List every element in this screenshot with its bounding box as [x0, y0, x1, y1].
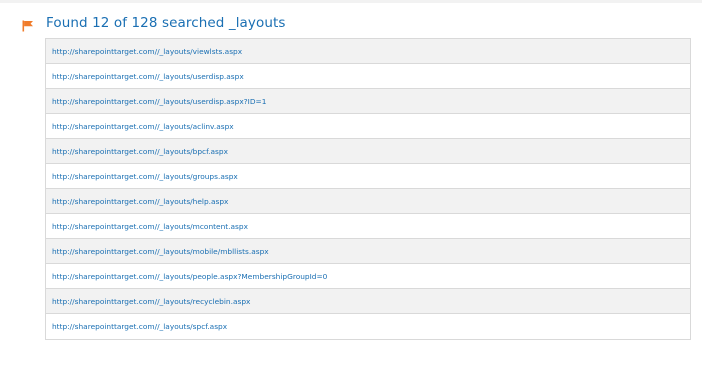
result-link[interactable]: http://sharepointtarget.com//_layouts/mo… [52, 247, 269, 256]
result-link[interactable]: http://sharepointtarget.com//_layouts/he… [52, 197, 228, 206]
result-link[interactable]: http://sharepointtarget.com//_layouts/ac… [52, 122, 234, 131]
result-link[interactable]: http://sharepointtarget.com//_layouts/re… [52, 297, 250, 306]
results-table: http://sharepointtarget.com//_layouts/vi… [45, 38, 691, 340]
result-link[interactable]: http://sharepointtarget.com//_layouts/sp… [52, 322, 227, 331]
result-link[interactable]: http://sharepointtarget.com//_layouts/vi… [52, 47, 242, 56]
table-row: http://sharepointtarget.com//_layouts/bp… [46, 139, 690, 164]
result-link[interactable]: http://sharepointtarget.com//_layouts/us… [52, 72, 244, 81]
table-row: http://sharepointtarget.com//_layouts/sp… [46, 314, 690, 339]
table-row: http://sharepointtarget.com//_layouts/us… [46, 64, 690, 89]
flag-icon [22, 17, 34, 32]
result-link[interactable]: http://sharepointtarget.com//_layouts/mc… [52, 222, 248, 231]
result-link[interactable]: http://sharepointtarget.com//_layouts/bp… [52, 147, 228, 156]
top-divider [0, 0, 702, 3]
result-link[interactable]: http://sharepointtarget.com//_layouts/gr… [52, 172, 238, 181]
table-row: http://sharepointtarget.com//_layouts/us… [46, 89, 690, 114]
table-row: http://sharepointtarget.com//_layouts/ac… [46, 114, 690, 139]
table-row: http://sharepointtarget.com//_layouts/mc… [46, 214, 690, 239]
table-row: http://sharepointtarget.com//_layouts/gr… [46, 164, 690, 189]
table-row: http://sharepointtarget.com//_layouts/he… [46, 189, 690, 214]
table-row: http://sharepointtarget.com//_layouts/re… [46, 289, 690, 314]
result-link[interactable]: http://sharepointtarget.com//_layouts/us… [52, 97, 266, 106]
result-link[interactable]: http://sharepointtarget.com//_layouts/pe… [52, 272, 327, 281]
table-row: http://sharepointtarget.com//_layouts/pe… [46, 264, 690, 289]
results-title: Found 12 of 128 searched _layouts [46, 15, 286, 31]
table-row: http://sharepointtarget.com//_layouts/vi… [46, 39, 690, 64]
table-row: http://sharepointtarget.com//_layouts/mo… [46, 239, 690, 264]
results-header: Found 12 of 128 searched _layouts [22, 14, 286, 32]
